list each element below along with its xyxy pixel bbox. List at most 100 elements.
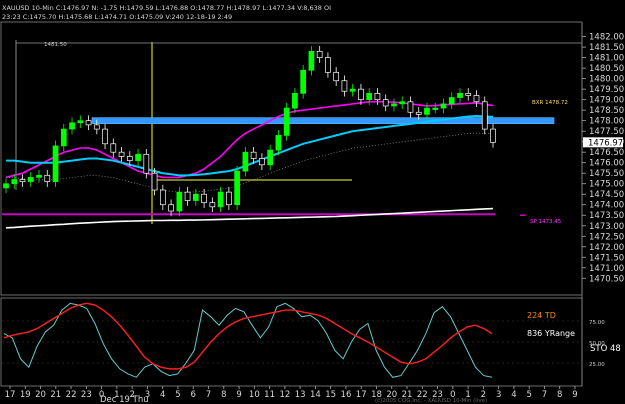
stoch-y-tick-label: 75.00 [589,320,605,326]
candle-body [490,128,496,143]
x-tick-label: 17 [5,390,16,400]
candle-body [242,151,249,172]
y-tick-label: 1482.00 [589,33,624,43]
yrange-label: 836 YRange [527,329,575,338]
x-tick-label: 7 [206,390,211,400]
candle-body [432,107,439,110]
stoch-y-tick-label: 25.00 [589,362,605,368]
candle-body [27,177,34,182]
candle-body [374,93,381,101]
candle-body [358,88,364,101]
y-tick-label: 1475.00 [589,180,624,190]
candle-body [110,143,117,153]
top-level-label: 1481.50 [44,42,67,48]
candle-body [85,120,92,126]
y-tick-label: 1471.50 [589,253,624,263]
candle-body [366,93,373,101]
y-tick-label: 1476.50 [589,148,624,158]
y-tick-label: 1478.50 [589,106,624,116]
x-tick-label: 12 [279,390,290,400]
candle-body [275,135,282,151]
x-tick-label: 7 [542,390,547,400]
candle-body [457,93,463,98]
candle-body [44,174,51,182]
price-chart[interactable]: 1481.50 1482.001481.501481.001480.501480… [0,0,625,404]
candle-body [159,189,166,206]
y-tick-label: 1481.50 [589,43,624,53]
y-tick-label: 1476.00 [589,159,624,169]
candle-body [440,103,447,109]
y-tick-label: 1474.00 [589,201,624,211]
candle-body [341,80,348,92]
candle-body [325,57,331,73]
y-tick-label: 1480.50 [589,64,624,74]
y-tick-label: 1480.00 [589,75,624,85]
candle-body [382,99,389,107]
y-tick-label: 1481.00 [589,54,624,64]
y-tick-label: 1473.50 [589,211,624,221]
bxr-annotation: BXR 1478.72 [532,100,568,106]
candle-body [60,128,67,147]
x-tick-label: 10 [249,390,260,400]
candle-body [391,103,397,107]
y-tick-label: 1471.00 [589,264,624,274]
candle-body [415,111,422,115]
candle-body [201,193,207,203]
x-tick-label: 13 [295,390,306,400]
x-tick-label: 21 [50,390,61,400]
date-label: Dec 19 Thu [100,395,149,404]
candle-body [333,71,340,82]
candle-body [316,50,323,58]
candle-body [69,122,75,130]
candle-body [226,191,232,206]
candle-body [93,124,100,130]
candle-body [259,158,265,166]
candle-body [250,151,257,159]
x-tick-label: 8 [557,390,562,400]
candle-body [184,191,191,201]
x-tick-label: 4 [160,390,165,400]
candle-body [473,95,480,103]
candle-body [448,97,455,105]
candle-body [399,101,406,105]
candle-body [308,50,315,71]
cyan-moving-average [6,115,494,177]
y-tick-label: 1472.50 [589,232,624,242]
x-tick-label: 15 [325,390,336,400]
candle-body [118,151,125,157]
y-tick-label: 1473.00 [589,222,624,232]
candle-body [36,174,42,178]
x-tick-label: 3 [496,390,501,400]
y-tick-label: 1477.50 [589,127,624,137]
candle-body [424,107,430,115]
sp-annotation: SP 1473.45 [530,219,562,225]
candle-body [349,88,356,92]
y-tick-label: 1470.50 [589,274,624,284]
stoch-d-line [3,302,493,370]
x-tick-label: 9 [572,390,577,400]
candle-body [126,156,133,161]
y-tick-label: 1474.50 [589,190,624,200]
candle-body [481,101,488,130]
y-tick-label: 1472.00 [589,243,624,253]
y-tick-label: 1479.50 [589,85,624,95]
dotted-moving-average [6,132,494,193]
x-tick-label: 19 [20,390,31,400]
x-tick-label: 9 [236,390,241,400]
td-label: 224 TD [527,311,556,320]
x-tick-label: 5 [526,390,531,400]
y-tick-label: 1479.00 [589,96,624,106]
candle-body [168,204,174,212]
candle-body [283,107,290,136]
x-tick-label: 16 [341,390,352,400]
x-tick-label: 17 [356,390,367,400]
candle-body [143,153,150,174]
y-tick-label: 1478.00 [589,117,624,127]
x-tick-label: 23 [81,390,92,400]
candle-body [267,149,273,166]
candle-body [102,128,108,145]
candle-body [407,101,414,113]
candle-body [19,179,26,182]
candle-body [151,172,158,191]
candle-body [192,193,199,201]
